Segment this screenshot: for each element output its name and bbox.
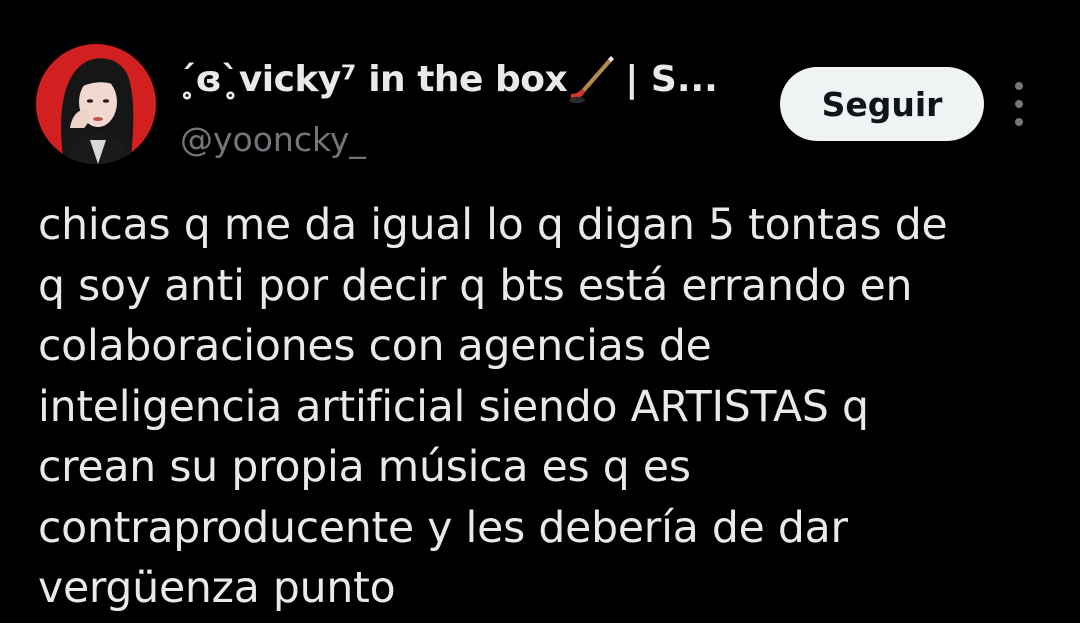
more-options-icon[interactable] <box>1004 82 1034 126</box>
avatar-image <box>36 44 156 164</box>
tweet-text-line: crean su propia música es q es <box>38 443 691 492</box>
follow-button[interactable]: Seguir <box>780 67 984 141</box>
author-name-suffix: | S... <box>625 58 718 100</box>
tweet-text-line: vergüenza punto <box>38 564 396 613</box>
more-dot <box>1015 100 1023 108</box>
hockey-stick-icon <box>567 54 619 104</box>
tweet-text-line: inteligencia artificial siendo ARTISTAS … <box>38 382 869 432</box>
tweet-text-line: colaboraciones con agencias de <box>38 322 712 371</box>
tweet-text-line: q soy anti por decir q bts está errando … <box>38 261 913 311</box>
more-dot <box>1015 82 1023 90</box>
tweet-text-line: contraproducente y les debería de dar <box>38 503 848 553</box>
avatar[interactable] <box>36 44 156 164</box>
tweet-card: ˊ̥ɞˋ̥vicky⁷ in the box | S... @yooncky_ … <box>0 0 1080 623</box>
tweet-text: chicas q me da igual lo q digan 5 tontas… <box>38 196 1048 620</box>
author-name-row[interactable]: ˊ̥ɞˋ̥vicky⁷ in the box | S... <box>178 52 718 106</box>
more-dot <box>1015 118 1023 126</box>
tweet-text-line: chicas q me da igual lo q digan 5 tontas… <box>38 201 948 250</box>
author-handle[interactable]: @yooncky_ <box>180 120 366 159</box>
author-display-name[interactable]: ˊ̥ɞˋ̥vicky⁷ in the box <box>178 59 568 100</box>
